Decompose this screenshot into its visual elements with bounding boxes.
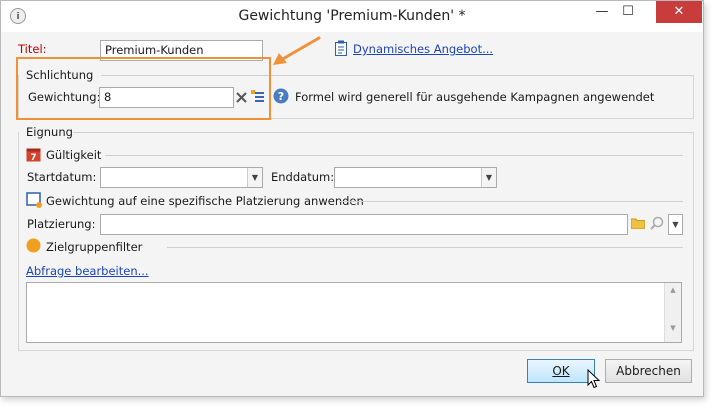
title-bar[interactable]: i Gewichtung 'Premium-Kunden' * — ☐ ✕ [1, 1, 703, 32]
placement-label: Platzierung: [27, 217, 96, 231]
start-date-label: Startdatum: [27, 170, 97, 184]
validity-divider [105, 155, 683, 156]
close-button[interactable]: ✕ [656, 1, 702, 23]
edit-query-link[interactable]: Abfrage bearbeiten... [26, 264, 149, 278]
validity-label: Gültigkeit [46, 148, 102, 162]
callout-arrow [273, 36, 321, 65]
cancel-button-label: Abbrechen [616, 364, 681, 378]
dynamic-offer-link[interactable]: Dynamisches Angebot... [353, 42, 493, 56]
dialog-window: i Gewichtung 'Premium-Kunden' * — ☐ ✕ Ti… [0, 0, 704, 397]
placement-dropdown[interactable]: ▼ [668, 214, 683, 235]
ok-button-label: OK [552, 364, 570, 378]
chevron-down-icon[interactable]: ▼ [481, 168, 496, 187]
folder-icon[interactable] [631, 217, 645, 229]
scroll-up-icon[interactable]: ▲ [665, 286, 681, 294]
placement-input[interactable] [100, 214, 628, 235]
scroll-down-icon[interactable]: ▼ [665, 324, 681, 332]
minimize-button[interactable]: — [589, 1, 615, 23]
ok-button[interactable]: OK [527, 359, 595, 383]
calendar-icon: 7 [26, 148, 41, 162]
placement-icon [26, 192, 42, 208]
search-icon[interactable] [650, 216, 664, 230]
svg-text:?: ? [278, 90, 284, 103]
audience-filter-label: Zielgruppenfilter [46, 240, 143, 254]
title-label: Titel: [18, 42, 47, 56]
end-date-combo[interactable]: ▼ [334, 167, 497, 188]
apply-placement-label: Gewichtung auf eine spezifische Platzier… [46, 194, 364, 208]
svg-text:7: 7 [30, 153, 36, 162]
cancel-button[interactable]: Abbrechen [605, 359, 692, 383]
placement-divider [339, 201, 683, 202]
maximize-button[interactable]: ☐ [615, 1, 641, 23]
chevron-down-icon[interactable]: ▼ [669, 215, 682, 234]
chevron-down-icon[interactable]: ▼ [247, 168, 262, 187]
audience-divider [167, 247, 683, 248]
start-date-combo[interactable]: ▼ [100, 167, 263, 188]
audience-icon [26, 238, 41, 253]
mouse-cursor-icon [587, 369, 601, 389]
formula-info-text: Formel wird generell für ausgehende Kamp… [295, 90, 655, 104]
help-icon[interactable]: ? [273, 88, 289, 104]
query-scrollbar[interactable]: ▲ ▼ [664, 283, 681, 342]
query-textarea[interactable]: ▲ ▼ [26, 282, 682, 343]
end-date-label: Enddatum: [271, 170, 335, 184]
clipboard-icon [335, 40, 347, 56]
arbitration-highlight-box [16, 57, 271, 120]
